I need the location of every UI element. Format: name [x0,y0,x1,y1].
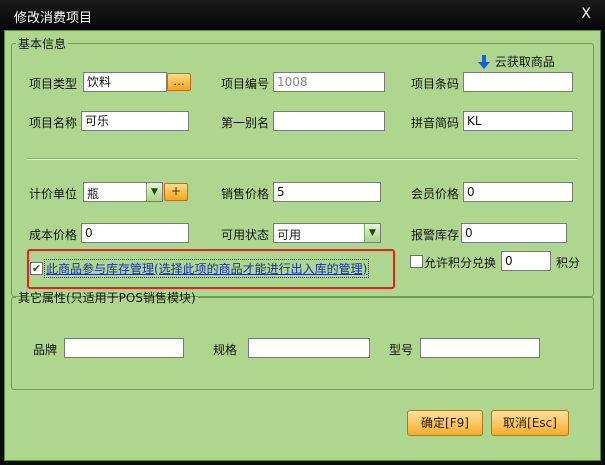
unit-add-button[interactable]: + [164,183,188,201]
chevron-down-icon: ▼ [364,224,380,242]
model-label: 型号 [389,343,414,357]
cancel-button[interactable]: 取消[Esc] [491,410,569,436]
alias-input[interactable] [273,111,385,131]
unit-select-value: 瓶 [87,187,100,201]
code-label: 项目编号 [221,77,270,91]
status-label: 可用状态 [221,228,270,242]
down-arrow-icon [478,54,490,69]
points-input[interactable]: 0 [501,251,551,271]
price-label: 销售价格 [221,187,270,201]
inventory-checkbox-label[interactable]: 此商品参与库存管理(选择此项的商品才能进行出入库的管理) [43,259,370,278]
cost-label: 成本价格 [29,228,78,242]
cost-input[interactable]: 0 [81,223,189,243]
unit-select[interactable]: 瓶 ▼ [83,182,163,202]
status-select-value: 可用 [277,228,302,242]
code-input[interactable]: 1008 [273,72,385,92]
spec-label: 规格 [213,343,238,357]
name-label: 项目名称 [29,116,78,130]
dialog-window: 修改消费项目 X 基本信息 云获取商品 项目类型 饮料 ... 项目编号 100… [0,0,605,465]
close-button[interactable]: X [577,5,595,23]
ok-button[interactable]: 确定[F9] [407,410,483,436]
type-picker-button[interactable]: ... [167,73,191,91]
type-label: 项目类型 [29,77,78,91]
check-icon: ✔ [31,262,42,275]
type-input[interactable]: 饮料 [83,72,167,92]
alarm-input[interactable]: 0 [461,223,567,243]
points-checkbox-label[interactable]: 允许积分兑换 [424,254,496,271]
member-price-label: 会员价格 [411,187,460,201]
points-unit-label: 积分 [556,256,581,270]
brand-label: 品牌 [33,343,58,357]
section-divider [27,158,577,160]
unit-label: 计价单位 [29,187,78,201]
title-bar[interactable]: 修改消费项目 X [0,0,605,30]
name-input[interactable]: 可乐 [81,111,189,131]
barcode-label: 项目条码 [411,77,460,91]
status-select[interactable]: 可用 ▼ [273,223,381,243]
window-title: 修改消费项目 [14,11,93,26]
chevron-down-icon: ▼ [146,183,162,201]
alias-label: 第一别名 [221,116,270,130]
spec-input[interactable] [248,338,370,358]
price-input[interactable]: 5 [273,182,381,202]
cloud-fetch-label: 云获取商品 [494,55,555,69]
alarm-label: 报警库存 [411,228,460,242]
cloud-fetch-button[interactable]: 云获取商品 [477,53,555,70]
points-checkbox[interactable] [410,255,423,268]
other-props-legend: 其它属性(只适用于POS销售模块) [18,291,196,305]
inventory-checkbox[interactable]: ✔ [30,262,43,275]
barcode-input[interactable] [463,72,573,92]
basic-info-legend: 基本信息 [18,37,67,51]
model-input[interactable] [420,338,540,358]
close-icon: X [581,6,591,22]
pinyin-label: 拼音简码 [411,116,460,130]
pinyin-input[interactable]: KL [463,111,573,131]
dialog-body: 基本信息 云获取商品 项目类型 饮料 ... 项目编号 1008 项目条码 项目… [4,30,601,461]
brand-input[interactable] [64,338,184,358]
member-price-input[interactable]: 0 [463,182,573,202]
